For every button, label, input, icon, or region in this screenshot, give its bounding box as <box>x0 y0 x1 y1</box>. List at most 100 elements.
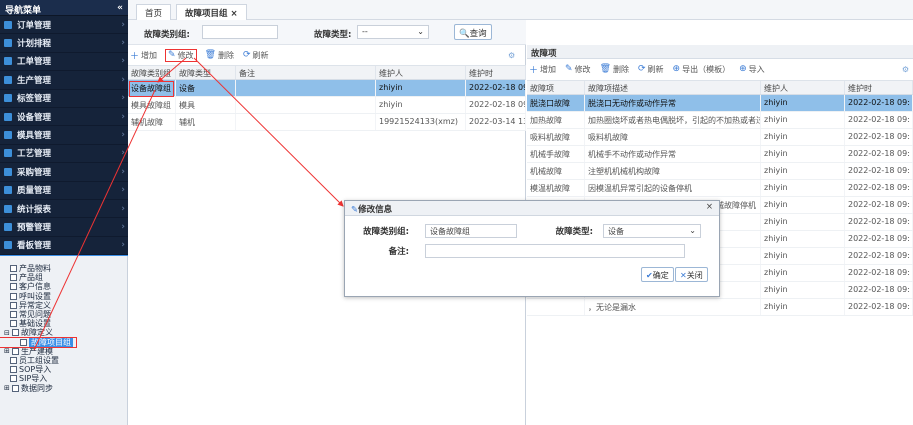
grid-header: 故障类别组 故障类型 备注 维护人 维护时 <box>128 66 526 80</box>
chevron-right-icon: › <box>121 74 125 85</box>
collapse-icon[interactable]: « <box>117 3 123 13</box>
table-row[interactable]: 加热故障 加热圈烧坏或者热电偶脱坏，引起的不加热或者过 zhiyin 2022-02-… <box>527 112 913 129</box>
chevron-right-icon: › <box>121 166 125 177</box>
table-row[interactable]: 模具故障组 模具 zhiyin 2022-02-18 09: <box>128 97 526 114</box>
type-filter-label: 故障类型: <box>314 30 352 40</box>
sidebar-item[interactable]: 工艺管理 › <box>0 145 128 164</box>
folder-icon <box>10 301 17 309</box>
sidebar-item-label: 生产管理 <box>17 75 52 86</box>
column-header[interactable]: 维护时 <box>466 66 526 79</box>
item-delete-button[interactable]: 🗑 删除 <box>600 64 629 75</box>
table-cell: 2022-02-18 09: <box>845 180 913 196</box>
cancel-label: 关闭 <box>686 271 703 280</box>
refresh-button[interactable]: ⟳ 刷新 <box>243 50 269 61</box>
table-row[interactable]: 设备故障组 设备 zhiyin 2022-02-18 09: <box>128 80 526 97</box>
sidebar-item[interactable]: 预警管理 › <box>0 218 128 237</box>
edit-button[interactable]: ✎ 修改 <box>165 48 197 62</box>
sidebar-item[interactable]: 设备管理 › <box>0 108 128 127</box>
sidebar-item[interactable]: 计划排程 › <box>0 34 128 53</box>
table-cell: 机械手不动作或动作异常 <box>585 146 761 162</box>
cancel-button[interactable]: ✕关闭 <box>675 267 708 282</box>
table-cell: 2022-02-18 09: <box>845 248 913 264</box>
sidebar-tree: 产品物料 产品组 客户信息 呼叫设置 异常定义 常见问题 基础设置 ⊟ 故障定义 故障项目组 ⊞ 生产… <box>0 256 128 425</box>
ok-button[interactable]: ✔确定 <box>641 267 674 282</box>
table-row[interactable]: 辅机故障 辅机 19921524133(xmz) 2022-03-14 13: <box>128 114 526 131</box>
table-cell: 吸料机故障 <box>585 129 761 145</box>
sidebar-item[interactable]: 模具管理 › <box>0 126 128 145</box>
refresh-icon: ⟳ <box>243 50 251 60</box>
table-row[interactable]: 吸料机故障 吸料机故障 zhiyin 2022-02-18 09: <box>527 129 913 146</box>
sidebar-item[interactable]: 采购管理 › <box>0 163 128 182</box>
menu-icon <box>4 20 12 29</box>
column-header[interactable]: 故障项描述 <box>585 81 761 94</box>
item-edit-button[interactable]: ✎ 修改 <box>565 64 591 75</box>
tab-home[interactable]: 首页 <box>136 4 172 20</box>
add-label: 增加 <box>141 50 158 60</box>
sidebar-item[interactable]: 质量管理 › <box>0 182 128 200</box>
sidebar-item[interactable]: 订单管理 › <box>0 16 128 35</box>
sidebar-item[interactable]: 生产管理 › <box>0 71 128 90</box>
fault-group-grid: 故障类别组 故障类型 备注 维护人 维护时 设备故障组 设备 zhiyin 2022-02-18… <box>128 65 526 131</box>
type-filter-select[interactable]: -- ⌄ <box>357 25 429 39</box>
table-row[interactable]: 脱浇口故障 脱浇口无动作或动作异常 zhiyin 2022-02-18 09: <box>527 95 913 112</box>
expand-icon[interactable]: ⊟ <box>4 329 11 337</box>
expand-icon[interactable]: ⊞ <box>4 384 11 392</box>
search-icon: 🔍 <box>459 29 470 39</box>
remark-field[interactable] <box>425 244 685 258</box>
table-row[interactable]: ，无论是漏水 zhiyin 2022-02-18 09: <box>527 299 913 316</box>
pencil-icon: ✎ <box>565 64 573 74</box>
add-button[interactable]: ＋增加 <box>130 49 157 62</box>
column-header[interactable]: 维护人 <box>376 66 466 79</box>
column-header[interactable]: 故障类型 <box>176 66 236 79</box>
sidebar-item[interactable]: 看板管理 › <box>0 237 128 256</box>
tab-fault-group[interactable]: 故障项目组 × <box>176 4 247 20</box>
tree-node[interactable]: ⊞ 数据同步 <box>0 383 127 393</box>
table-row[interactable]: 机械故障 注塑机机械机构故障 zhiyin 2022-02-18 09: <box>527 163 913 180</box>
table-cell: 2022-02-18 09: <box>845 265 913 281</box>
table-cell: 2022-02-18 09: <box>845 214 913 230</box>
sidebar-item[interactable]: 标签管理 › <box>0 90 128 108</box>
query-button[interactable]: 🔍查询 <box>454 24 492 40</box>
tree-node[interactable]: 基础设置 <box>0 319 127 328</box>
table-cell: 2022-02-18 09: <box>845 129 913 145</box>
folder-icon <box>12 347 19 355</box>
column-header[interactable]: 故障项 <box>527 81 585 94</box>
sidebar-header: 导航菜单 « <box>0 0 128 16</box>
tree-node-label: 数据同步 <box>21 383 53 393</box>
export-button[interactable]: ⊕ 导出（模板） <box>673 64 731 75</box>
close-icon[interactable]: × <box>706 202 713 212</box>
table-cell: 脱浇口无动作或动作异常 <box>585 95 761 111</box>
group-filter-input[interactable] <box>202 25 278 39</box>
settings-icon[interactable]: ⚙ <box>902 65 909 74</box>
menu-icon <box>4 131 12 140</box>
table-cell <box>236 80 376 96</box>
settings-icon[interactable]: ⚙ <box>508 51 515 60</box>
check-icon: ✔ <box>646 271 653 280</box>
column-header[interactable]: 维护人 <box>761 81 845 94</box>
item-add-label: 增加 <box>540 64 557 74</box>
plus-icon: ＋ <box>130 51 140 62</box>
column-header[interactable]: 备注 <box>236 66 376 79</box>
table-cell: zhiyin <box>761 95 845 111</box>
group-field[interactable]: 设备故障组 <box>425 224 517 238</box>
table-row[interactable]: 机械手故障 机械手不动作或动作异常 zhiyin 2022-02-18 09: <box>527 146 913 163</box>
column-header[interactable]: 维护时 <box>845 81 913 94</box>
delete-button[interactable]: 🗑 删除 <box>205 50 234 61</box>
sidebar-item-label: 采购管理 <box>17 167 52 178</box>
item-refresh-button[interactable]: ⟳ 刷新 <box>638 64 664 75</box>
folder-icon <box>12 329 19 337</box>
import-button[interactable]: ⊕ 导入 <box>739 64 765 75</box>
sidebar-item[interactable]: 工单管理 › <box>0 53 128 72</box>
folder-icon <box>10 311 17 319</box>
table-cell: 2022-02-18 09: <box>845 282 913 298</box>
sidebar-item[interactable]: 统计报表 › <box>0 200 128 219</box>
menu-icon <box>4 75 12 84</box>
table-row[interactable]: 模温机故障 因模温机异常引起的设备停机 zhiyin 2022-02-18 09: <box>527 180 913 197</box>
table-cell: zhiyin <box>761 231 845 247</box>
type-select[interactable]: 设备 ⌄ <box>603 224 701 238</box>
tree-node[interactable]: SIP导入 <box>0 374 127 383</box>
column-header[interactable]: 故障类别组 <box>128 66 176 79</box>
table-cell: zhiyin <box>761 129 845 145</box>
item-add-button[interactable]: ＋增加 <box>529 63 556 76</box>
expand-icon[interactable]: ⊞ <box>4 347 11 355</box>
